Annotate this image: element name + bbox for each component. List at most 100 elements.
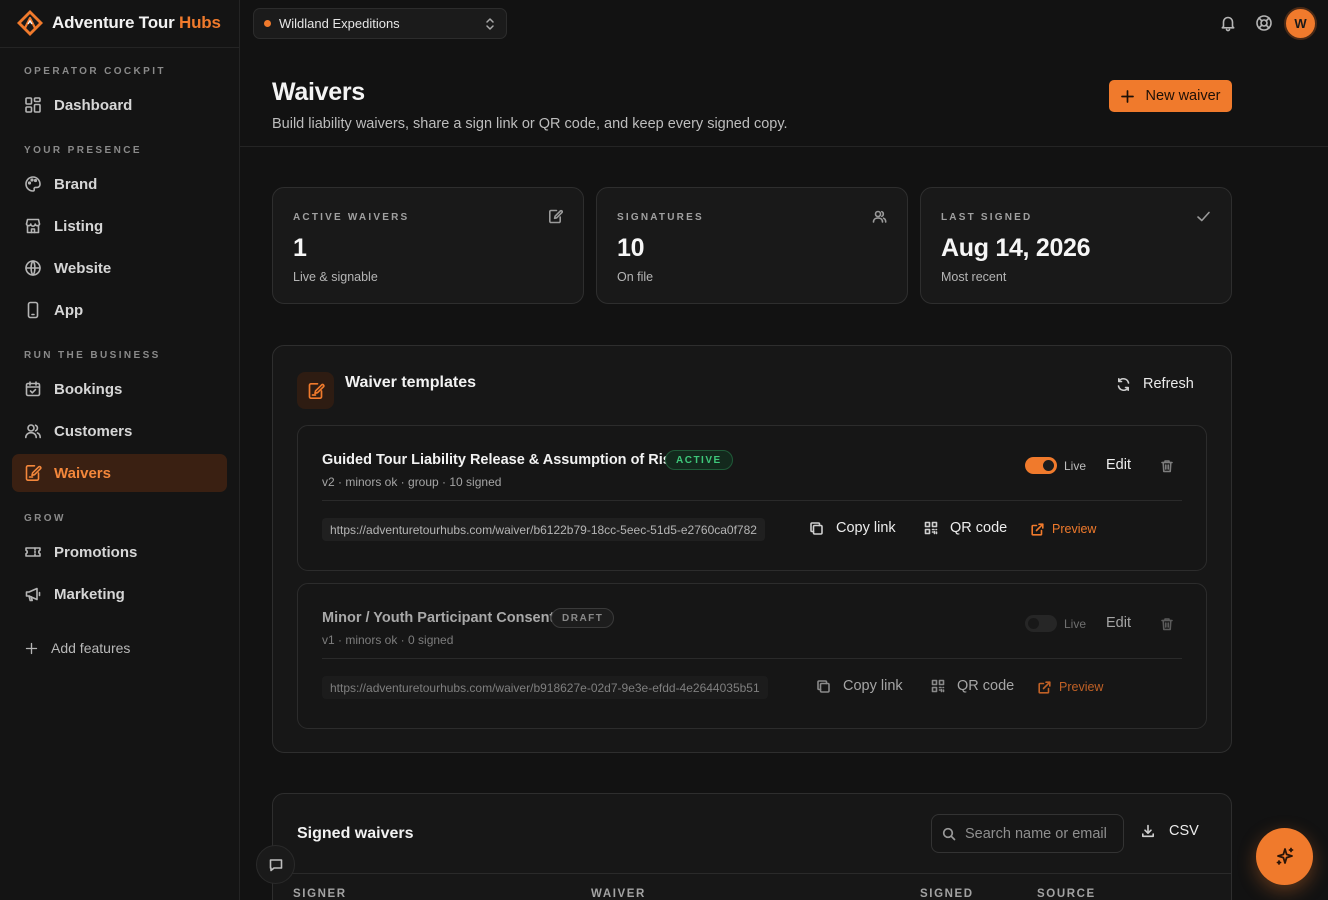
chat-bubble-icon[interactable] <box>256 845 295 884</box>
sidebar-item-label: Customers <box>54 422 133 440</box>
brand-logo[interactable]: Adventure Tour Hubs <box>16 9 221 37</box>
template-meta: v2 · minors ok · group · 10 signed <box>322 475 502 489</box>
plus-icon <box>25 642 38 654</box>
csv-label: CSV <box>1169 823 1199 839</box>
template-name[interactable]: Minor / Youth Participant Consent <box>322 610 554 626</box>
copy-icon <box>810 521 823 535</box>
sidebar-item-label: Marketing <box>54 585 125 603</box>
users-icon <box>872 209 887 224</box>
status-badge: ACTIVE <box>665 450 733 470</box>
sign-link-url[interactable]: https://adventuretourhubs.com/waiver/b91… <box>322 676 768 699</box>
copy-link-label: Copy link <box>843 678 903 694</box>
copy-link-button[interactable]: Copy link <box>816 678 903 694</box>
template-meta: v1 · minors ok · 0 signed <box>322 633 454 647</box>
sidebar-item-label: Brand <box>54 175 98 193</box>
panel-title: Signed waivers <box>297 825 414 842</box>
store-icon <box>25 218 41 234</box>
bell-icon[interactable] <box>1219 14 1237 32</box>
ticket-icon <box>25 547 41 557</box>
live-toggle[interactable] <box>1025 457 1057 474</box>
column-header-source[interactable]: SOURCE <box>1037 888 1096 900</box>
file-edit-icon <box>548 209 563 224</box>
copy-link-button[interactable]: Copy link <box>809 520 896 536</box>
stat-value: 10 <box>617 234 645 262</box>
sidebar: Adventure Tour Hubs OPERATOR COCKPIT Das… <box>0 0 240 900</box>
status-badge: DRAFT <box>551 608 615 628</box>
sidebar-item-waivers[interactable]: Waivers <box>12 454 227 492</box>
stat-label: ACTIVE WAIVERS <box>293 212 410 223</box>
qr-code-label: QR code <box>950 520 1008 536</box>
waiver-template-card: Guided Tour Liability Release & Assumpti… <box>297 425 1207 571</box>
add-features-label: Add features <box>51 640 131 656</box>
external-link-icon <box>1038 680 1051 694</box>
preview-link[interactable]: Preview <box>1038 680 1103 694</box>
sidebar-item-listing[interactable]: Listing <box>12 207 227 245</box>
sidebar-item-label: App <box>54 301 84 319</box>
qr-code-button[interactable]: QR code <box>924 520 1007 536</box>
organization-switcher[interactable]: Wildland Expeditions <box>253 8 507 39</box>
sidebar-item-brand[interactable]: Brand <box>12 165 227 203</box>
column-header-signed[interactable]: SIGNED <box>920 888 974 900</box>
sidebar-item-label: Listing <box>54 217 104 235</box>
column-header-signer[interactable]: SIGNER <box>293 888 347 900</box>
refresh-icon <box>1117 377 1130 391</box>
stat-card-active-waivers: ACTIVE WAIVERS 1 Live & signable <box>272 187 584 304</box>
preview-label: Preview <box>1059 680 1104 694</box>
section-label-your-presence: YOUR PRESENCE <box>24 145 142 156</box>
brand-name: Adventure Tour Hubs <box>52 13 221 32</box>
search-placeholder: Search name or email <box>965 825 1107 842</box>
live-label: Live <box>1064 617 1087 631</box>
search-icon <box>942 827 956 840</box>
sidebar-item-website[interactable]: Website <box>12 249 227 287</box>
sidebar-item-label: Bookings <box>54 380 123 398</box>
preview-label: Preview <box>1052 522 1097 536</box>
stat-card-signatures: SIGNATURES 10 On file <box>596 187 908 304</box>
trash-icon[interactable] <box>1160 459 1174 473</box>
sidebar-item-app[interactable]: App <box>12 291 227 329</box>
export-csv-button[interactable]: CSV <box>1141 823 1199 839</box>
template-name[interactable]: Guided Tour Liability Release & Assumpti… <box>322 452 679 468</box>
sign-link-url[interactable]: https://adventuretourhubs.com/waiver/b61… <box>322 518 765 541</box>
page-subtitle: Build liability waivers, share a sign li… <box>272 116 788 132</box>
signed-waivers-panel: Signed waivers Search name or email CSV … <box>272 793 1232 900</box>
ai-assistant-button[interactable] <box>1256 828 1313 885</box>
signer-search-input[interactable]: Search name or email <box>931 814 1124 853</box>
section-label-run-the-business: RUN THE BUSINESS <box>24 350 161 361</box>
user-avatar[interactable]: W <box>1284 7 1317 40</box>
edit-button[interactable]: Edit <box>1106 615 1131 631</box>
add-features-button[interactable]: Add features <box>12 629 227 667</box>
column-header-waiver[interactable]: WAIVER <box>591 888 646 900</box>
stat-card-last-signed: LAST SIGNED Aug 14, 2026 Most recent <box>920 187 1232 304</box>
sidebar-item-label: Waivers <box>54 464 111 482</box>
new-waiver-button[interactable]: New waiver <box>1109 80 1232 112</box>
sidebar-item-bookings[interactable]: Bookings <box>12 370 227 408</box>
users-icon <box>25 424 41 439</box>
sidebar-item-marketing[interactable]: Marketing <box>12 575 227 613</box>
copy-link-label: Copy link <box>836 520 896 536</box>
qr-code-icon <box>924 521 938 535</box>
new-waiver-label: New waiver <box>1145 88 1221 104</box>
stat-note: On file <box>617 270 654 284</box>
topbar: Wildland Expeditions W <box>240 0 1328 48</box>
refresh-button[interactable]: Refresh <box>1116 376 1194 392</box>
live-toggle[interactable] <box>1025 615 1057 632</box>
file-signature-icon <box>297 372 334 409</box>
preview-link[interactable]: Preview <box>1031 522 1096 536</box>
sidebar-item-customers[interactable]: Customers <box>12 412 227 450</box>
sidebar-item-promotions[interactable]: Promotions <box>12 533 227 571</box>
sidebar-item-dashboard[interactable]: Dashboard <box>12 86 227 124</box>
globe-icon <box>25 260 41 276</box>
megaphone-icon <box>25 587 41 602</box>
refresh-label: Refresh <box>1143 376 1194 392</box>
qr-code-button[interactable]: QR code <box>931 678 1014 694</box>
help-lifebuoy-icon[interactable] <box>1255 14 1273 32</box>
dashboard-icon <box>25 97 41 113</box>
waiver-templates-panel: Waiver templates Refresh Guided Tour Lia… <box>272 345 1232 753</box>
stat-label: SIGNATURES <box>617 212 704 223</box>
sidebar-item-label: Website <box>54 259 112 277</box>
sidebar-item-label: Promotions <box>54 543 138 561</box>
edit-button[interactable]: Edit <box>1106 457 1131 473</box>
copy-icon <box>817 679 830 693</box>
stat-note: Most recent <box>941 270 1007 284</box>
trash-icon[interactable] <box>1160 617 1174 631</box>
